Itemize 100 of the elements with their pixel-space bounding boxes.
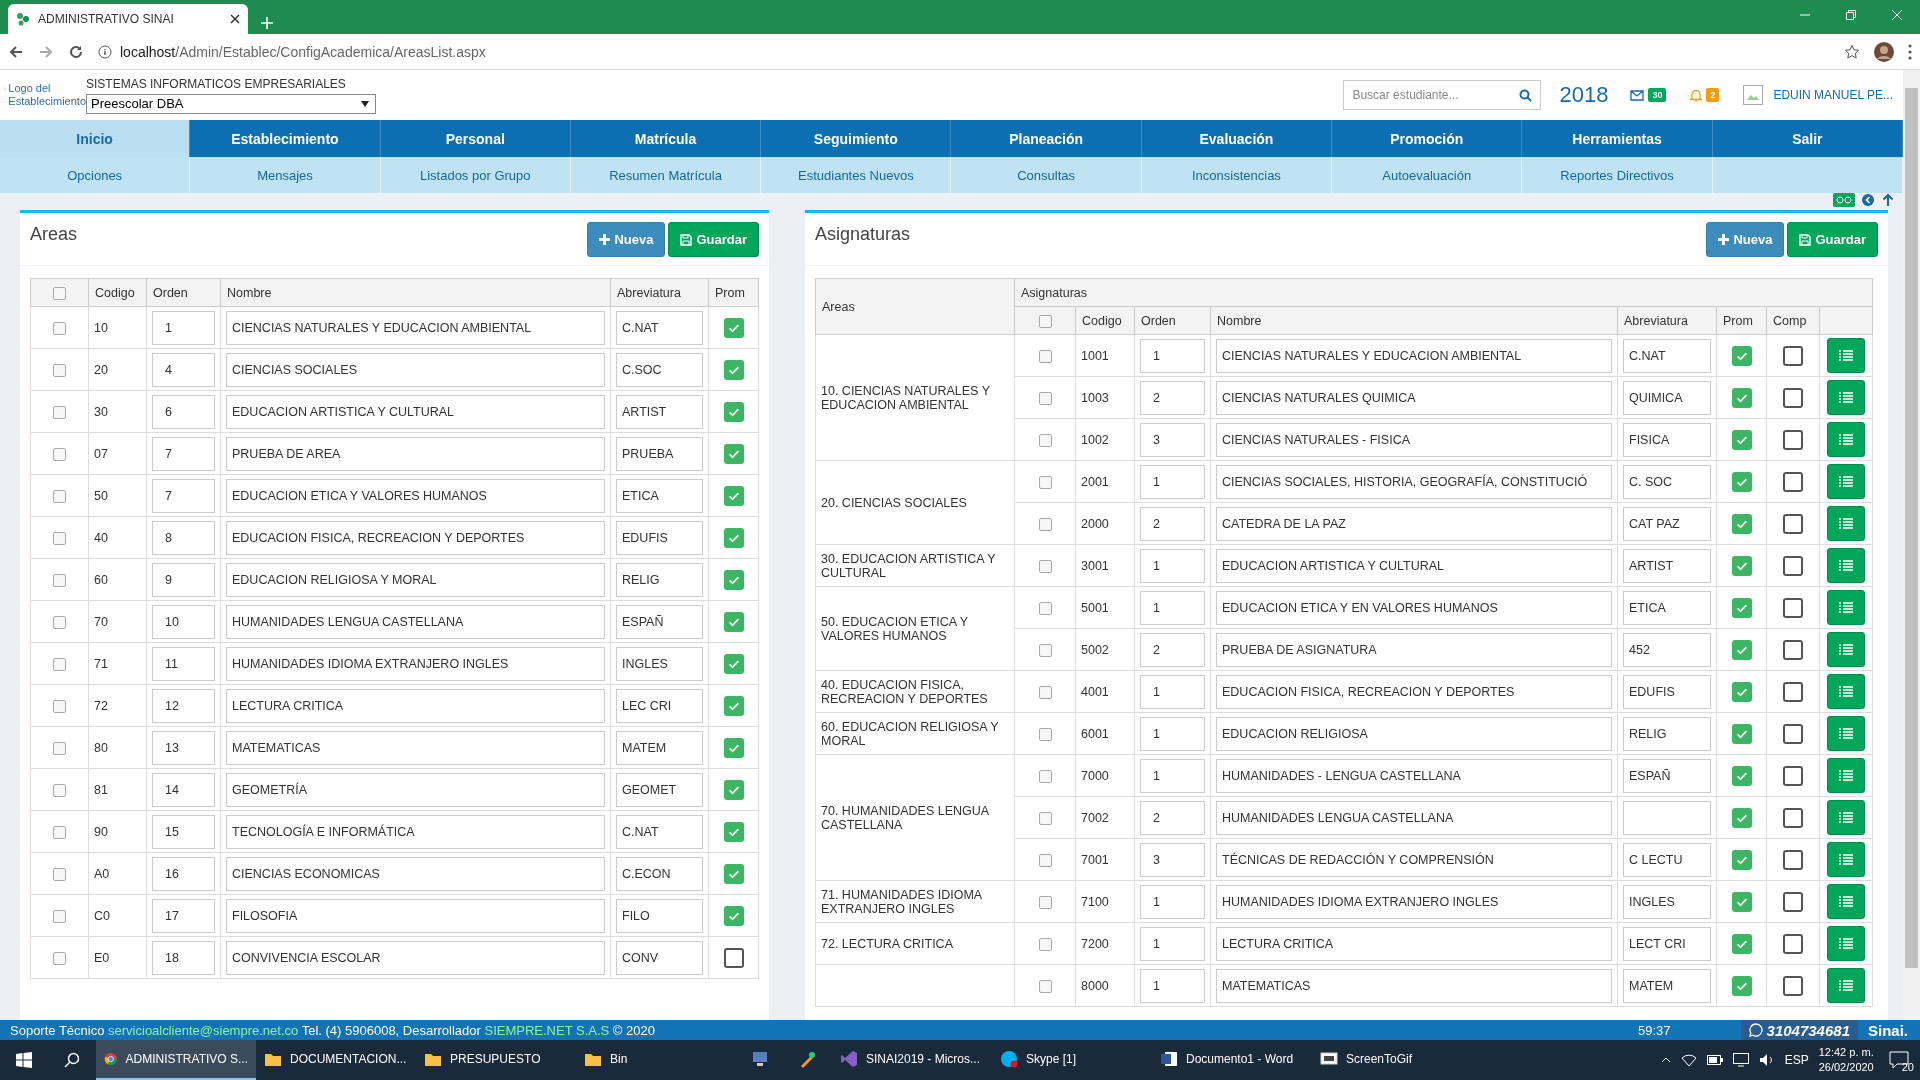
prom-checkbox[interactable] — [723, 695, 744, 716]
taskbar-app[interactable]: DOCUMENTACION... — [256, 1040, 416, 1080]
list-button[interactable] — [1827, 926, 1865, 961]
abbreviation-field[interactable]: CONV — [616, 940, 703, 975]
abbreviation-field[interactable]: ARTIST — [1623, 548, 1711, 583]
row-checkbox[interactable] — [53, 363, 66, 377]
prom-checkbox[interactable] — [723, 779, 744, 800]
windows-start-icon[interactable] — [16, 1052, 32, 1068]
abbreviation-field[interactable]: ETICA — [1623, 590, 1711, 625]
chevron-up-icon[interactable] — [1660, 1057, 1671, 1063]
list-button[interactable] — [1827, 506, 1865, 541]
submenu-link[interactable]: Estudiantes Nuevos — [761, 157, 952, 193]
order-field[interactable]: 9 — [152, 562, 215, 597]
language-indicator[interactable]: ESP — [1784, 1053, 1809, 1067]
abbreviation-field[interactable]: CAT PAZ — [1623, 506, 1711, 541]
abbreviation-field[interactable]: C.NAT — [616, 814, 703, 849]
order-field[interactable]: 1 — [1140, 926, 1205, 961]
order-field[interactable]: 8 — [152, 520, 215, 555]
submenu-link[interactable]: Autoevaluación — [1332, 157, 1523, 193]
prom-checkbox[interactable] — [723, 863, 744, 884]
comp-checkbox[interactable] — [1783, 807, 1803, 828]
prom-checkbox[interactable] — [1731, 807, 1752, 828]
name-field[interactable]: HUMANIDADES - LENGUA CASTELLANA — [1216, 758, 1612, 793]
abbreviation-field[interactable]: ESPAÑ — [616, 604, 703, 639]
submenu-link[interactable]: Mensajes — [190, 157, 381, 193]
comp-checkbox[interactable] — [1783, 513, 1803, 534]
scrollbar-thumb[interactable] — [1905, 88, 1918, 968]
new-button[interactable]: Nueva — [587, 222, 666, 257]
abbreviation-field[interactable]: MATEM — [1623, 968, 1711, 1003]
abbreviation-field[interactable]: 452 — [1623, 632, 1711, 667]
abbreviation-field[interactable]: GEOMET — [616, 772, 703, 807]
prom-checkbox[interactable] — [723, 443, 744, 464]
row-checkbox[interactable] — [53, 531, 66, 545]
abbreviation-field[interactable]: PRUEBA — [616, 436, 703, 471]
abbreviation-field[interactable]: FILO — [616, 898, 703, 933]
submenu-link[interactable]: Resumen Matrícula — [570, 157, 762, 193]
name-field[interactable]: MATEMATICAS — [226, 730, 605, 765]
row-checkbox[interactable] — [1038, 433, 1052, 447]
name-field[interactable]: FILOSOFIA — [226, 898, 605, 933]
prom-checkbox[interactable] — [1731, 597, 1752, 618]
comp-checkbox[interactable] — [1783, 597, 1803, 618]
name-field[interactable]: CIENCIAS NATURALES Y EDUCACION AMBIENTAL — [226, 310, 605, 345]
developer-link[interactable]: SIEMPRE.NET S.A.S — [484, 1022, 610, 1038]
clock[interactable]: 12:42 p. m. 26/02/2020 — [1818, 1045, 1874, 1075]
list-button[interactable] — [1827, 968, 1865, 1003]
new-tab-icon[interactable] — [260, 16, 274, 30]
close-icon[interactable] — [230, 14, 240, 24]
abbreviation-field[interactable]: C.NAT — [616, 310, 703, 345]
url-field[interactable]: localhost/Admin/Establec/ConfigAcademica/AreasList.aspx — [120, 43, 486, 60]
list-button[interactable] — [1827, 464, 1865, 499]
row-checkbox[interactable] — [1038, 937, 1052, 951]
taskbar-app[interactable]: ADMINISTRATIVO S... — [96, 1040, 256, 1080]
name-field[interactable]: MATEMATICAS — [1216, 968, 1612, 1003]
prom-checkbox[interactable] — [723, 947, 744, 968]
name-field[interactable]: PRUEBA DE AREA — [226, 436, 605, 471]
list-button[interactable] — [1827, 674, 1865, 709]
row-checkbox[interactable] — [53, 825, 66, 839]
abbreviation-field[interactable]: LEC CRI — [616, 688, 703, 723]
prom-checkbox[interactable] — [1731, 387, 1752, 408]
list-button[interactable] — [1827, 632, 1865, 667]
taskbar-app[interactable]: Bin — [576, 1040, 736, 1080]
order-field[interactable]: 2 — [1140, 380, 1205, 415]
name-field[interactable]: LECTURA CRITICA — [1216, 926, 1612, 961]
row-checkbox[interactable] — [1038, 349, 1052, 363]
prom-checkbox[interactable] — [723, 821, 744, 842]
row-checkbox[interactable] — [1038, 475, 1052, 489]
menu-icon[interactable] — [1908, 43, 1912, 60]
abbreviation-field[interactable]: INGLES — [1623, 884, 1711, 919]
row-checkbox[interactable] — [1038, 643, 1052, 657]
order-field[interactable]: 17 — [152, 898, 215, 933]
user-name[interactable]: EDUIN MANUEL PE... — [1773, 88, 1893, 102]
abbreviation-field[interactable]: LECT CRI — [1623, 926, 1711, 961]
name-field[interactable]: HUMANIDADES LENGUA CASTELLANA — [226, 604, 605, 639]
order-field[interactable]: 1 — [1140, 716, 1205, 751]
comp-checkbox[interactable] — [1783, 429, 1803, 450]
abbreviation-field[interactable]: C.ECON — [616, 856, 703, 891]
order-field[interactable]: 1 — [1140, 758, 1205, 793]
comp-checkbox[interactable] — [1783, 471, 1803, 492]
list-button[interactable] — [1827, 800, 1865, 835]
order-field[interactable]: 1 — [1140, 338, 1205, 373]
prom-checkbox[interactable] — [723, 317, 744, 338]
list-button[interactable] — [1827, 422, 1865, 457]
name-field[interactable]: EDUCACION RELIGIOSA — [1216, 716, 1612, 751]
order-field[interactable]: 2 — [1140, 506, 1205, 541]
order-field[interactable]: 7 — [152, 478, 215, 513]
prom-checkbox[interactable] — [1731, 849, 1752, 870]
row-checkbox[interactable] — [53, 699, 66, 713]
network-icon[interactable] — [1680, 1053, 1697, 1067]
submenu-link[interactable]: Consultas — [951, 157, 1142, 193]
row-checkbox[interactable] — [1038, 727, 1052, 741]
prom-checkbox[interactable] — [723, 401, 744, 422]
search-icon[interactable] — [64, 1052, 80, 1068]
row-checkbox[interactable] — [1038, 979, 1052, 993]
prom-checkbox[interactable] — [1731, 975, 1752, 996]
display-icon[interactable] — [1732, 1053, 1749, 1067]
list-button[interactable] — [1827, 842, 1865, 877]
name-field[interactable]: CIENCIAS SOCIALES, HISTORIA, GEOGRAFÍA, CONSTITUCIÓ — [1216, 464, 1612, 499]
name-field[interactable]: EDUCACION FISICA, RECREACION Y DEPORTES — [1216, 674, 1612, 709]
order-field[interactable]: 11 — [152, 646, 215, 681]
abbreviation-field[interactable]: EDUFIS — [616, 520, 703, 555]
